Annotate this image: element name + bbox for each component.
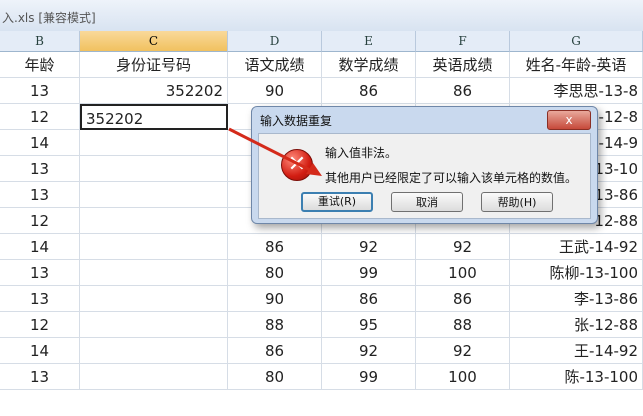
annotation-arrow — [228, 127, 322, 176]
